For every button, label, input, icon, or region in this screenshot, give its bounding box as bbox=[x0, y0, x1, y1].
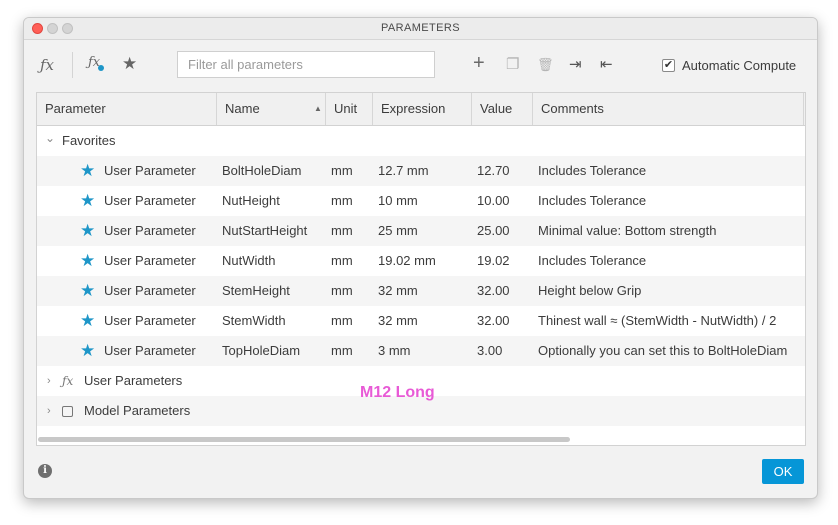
expression-cell[interactable]: 12.7 mm bbox=[378, 156, 429, 186]
value-cell: 25.00 bbox=[477, 223, 510, 238]
column-header-value[interactable]: Value bbox=[472, 93, 512, 125]
title-bar: PARAMETERS bbox=[24, 18, 817, 40]
name-cell[interactable]: StemWidth bbox=[222, 306, 286, 336]
comment-cell[interactable]: Includes Tolerance bbox=[538, 186, 646, 216]
value-cell: 10.00 bbox=[477, 193, 510, 208]
unit-cell: mm bbox=[331, 223, 353, 238]
value-cell: 3.00 bbox=[477, 343, 503, 358]
delete-icon[interactable]: 🗑 bbox=[537, 55, 554, 75]
user-badge-icon bbox=[98, 65, 104, 71]
parameter-cell: User Parameter bbox=[104, 163, 196, 178]
comment-cell[interactable]: Height below Grip bbox=[538, 276, 641, 306]
comment-cell[interactable]: Minimal value: Bottom strength bbox=[538, 216, 716, 246]
favorite-star-icon[interactable]: ★ bbox=[80, 186, 95, 215]
favorite-star-icon[interactable]: ★ bbox=[80, 246, 95, 275]
unit-cell: mm bbox=[331, 193, 353, 208]
info-icon[interactable]: i bbox=[38, 464, 52, 478]
value-cell: 32.00 bbox=[477, 313, 510, 328]
add-parameter-icon[interactable]: + bbox=[473, 53, 485, 73]
unit-cell: mm bbox=[331, 253, 353, 268]
column-header-comments[interactable]: Comments bbox=[533, 93, 604, 125]
expression-cell[interactable]: 3 mm bbox=[378, 336, 411, 366]
comment-cell[interactable]: Includes Tolerance bbox=[538, 156, 646, 186]
favorite-star-icon[interactable]: ★ bbox=[80, 336, 95, 365]
favorites-star-icon[interactable]: ★ bbox=[122, 54, 137, 74]
ok-button[interactable]: OK bbox=[762, 459, 804, 484]
group-label: User Parameters bbox=[84, 373, 183, 388]
group-label: Model Parameters bbox=[84, 403, 191, 418]
unit-cell: mm bbox=[331, 283, 353, 298]
expression-cell[interactable]: 10 mm bbox=[378, 186, 418, 216]
column-header-parameter[interactable]: Parameter bbox=[37, 93, 106, 125]
name-cell[interactable]: BoltHoleDiam bbox=[222, 156, 301, 186]
filter-input[interactable] bbox=[177, 51, 435, 78]
favorite-star-icon[interactable]: ★ bbox=[80, 306, 95, 335]
favorite-star-icon[interactable]: ★ bbox=[80, 216, 95, 245]
chevron-right-icon[interactable]: › bbox=[47, 366, 51, 396]
table-row[interactable]: ★ User Parameter TopHoleDiam mm 3 mm 3.00 Opti… bbox=[37, 336, 805, 366]
toolbar: ƒx ƒx ★ + ❐ 🗑 ⇥ ⇤ ✔ Automatic Compute bbox=[24, 40, 817, 90]
export-icon[interactable]: ⇤ bbox=[600, 55, 613, 75]
parameter-cell: User Parameter bbox=[104, 223, 196, 238]
maximize-window-button[interactable] bbox=[62, 23, 73, 34]
toolbar-divider bbox=[72, 52, 73, 78]
name-cell[interactable]: NutHeight bbox=[222, 186, 280, 216]
favorite-star-icon[interactable]: ★ bbox=[80, 276, 95, 305]
close-window-button[interactable] bbox=[32, 23, 43, 34]
horizontal-scrollbar[interactable] bbox=[38, 437, 570, 442]
unit-cell: mm bbox=[331, 313, 353, 328]
group-label: Favorites bbox=[62, 133, 116, 148]
automatic-compute-checkbox[interactable]: ✔ bbox=[662, 59, 675, 72]
sort-ascending-icon: ▲ bbox=[314, 104, 322, 113]
unit-cell: mm bbox=[331, 343, 353, 358]
chevron-down-icon[interactable]: ⌄ bbox=[45, 123, 55, 153]
table-header: Parameter Name ▲ Unit Expression Value C… bbox=[37, 93, 805, 126]
table-row[interactable]: ★ User Parameter BoltHoleDiam mm 12.7 mm 12.7… bbox=[37, 156, 805, 186]
table-row[interactable]: ★ User Parameter NutHeight mm 10 mm 10.00 Incl… bbox=[37, 186, 805, 216]
column-header-unit[interactable]: Unit bbox=[326, 93, 357, 125]
name-cell[interactable]: TopHoleDiam bbox=[222, 336, 300, 366]
unit-cell: mm bbox=[331, 163, 353, 178]
window-title: PARAMETERS bbox=[381, 22, 460, 34]
comment-cell[interactable]: Optionally you can set this to BoltHoleD… bbox=[538, 336, 787, 366]
fx-icon: ƒx bbox=[62, 374, 74, 388]
column-header-name[interactable]: Name bbox=[217, 93, 260, 125]
parameter-cell: User Parameter bbox=[104, 193, 196, 208]
chevron-right-icon[interactable]: › bbox=[47, 396, 51, 426]
parameter-cell: User Parameter bbox=[104, 253, 196, 268]
value-cell: 19.02 bbox=[477, 253, 510, 268]
copy-icon[interactable]: ❐ bbox=[506, 55, 519, 75]
name-cell[interactable]: StemHeight bbox=[222, 276, 290, 306]
table-row[interactable]: ★ User Parameter NutStartHeight mm 25 mm 25.0… bbox=[37, 216, 805, 246]
favorite-star-icon[interactable]: ★ bbox=[80, 156, 95, 185]
model-box-icon bbox=[62, 406, 73, 417]
name-cell[interactable]: NutWidth bbox=[222, 246, 275, 276]
column-header-expression[interactable]: Expression bbox=[373, 93, 445, 125]
comment-cell[interactable]: Thinest wall ≈ (StemWidth - NutWidth) / … bbox=[538, 306, 776, 336]
column-divider bbox=[803, 93, 804, 125]
automatic-compute-label: Automatic Compute bbox=[682, 58, 797, 73]
group-row-favorites[interactable]: ⌄ Favorites bbox=[37, 126, 805, 156]
comment-cell[interactable]: Includes Tolerance bbox=[538, 246, 646, 276]
expression-cell[interactable]: 25 mm bbox=[378, 216, 418, 246]
import-icon[interactable]: ⇥ bbox=[569, 55, 582, 75]
table-row[interactable]: ★ User Parameter NutWidth mm 19.02 mm 19.02 In… bbox=[37, 246, 805, 276]
table-row[interactable]: ★ User Parameter StemWidth mm 32 mm 32.00 Thin… bbox=[37, 306, 805, 336]
expression-cell[interactable]: 32 mm bbox=[378, 306, 418, 336]
value-cell: 12.70 bbox=[477, 163, 510, 178]
parameters-window: PARAMETERS ƒx ƒx ★ + ❐ 🗑 ⇥ ⇤ ✔ Automatic… bbox=[23, 17, 818, 499]
minimize-window-button[interactable] bbox=[47, 23, 58, 34]
expression-cell[interactable]: 32 mm bbox=[378, 276, 418, 306]
value-cell: 32.00 bbox=[477, 283, 510, 298]
fx-icon[interactable]: ƒx bbox=[40, 55, 54, 75]
parameter-cell: User Parameter bbox=[104, 313, 196, 328]
expression-cell[interactable]: 19.02 mm bbox=[378, 246, 436, 276]
name-cell[interactable]: NutStartHeight bbox=[222, 216, 307, 246]
overlay-annotation: M12 Long bbox=[360, 384, 435, 401]
parameter-cell: User Parameter bbox=[104, 283, 196, 298]
table-row[interactable]: ★ User Parameter StemHeight mm 32 mm 32.00 Hei… bbox=[37, 276, 805, 306]
parameter-cell: User Parameter bbox=[104, 343, 196, 358]
